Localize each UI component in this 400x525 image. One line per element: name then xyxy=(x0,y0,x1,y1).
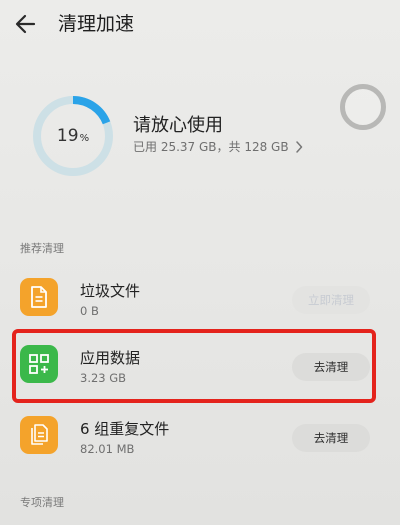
arrow-left-icon xyxy=(15,14,36,34)
percent-value: 19 xyxy=(56,126,79,146)
go-clean-button[interactable]: 去清理 xyxy=(292,424,370,452)
item-name: 垃圾文件 xyxy=(80,282,141,300)
chevron-right-icon xyxy=(295,140,302,153)
page-title: 清理加速 xyxy=(58,13,135,35)
item-size: 3.23 GB xyxy=(80,371,127,385)
item-name: 6 组重复文件 xyxy=(80,420,170,438)
duplicate-file-icon xyxy=(20,416,58,454)
app-grid-icon xyxy=(20,345,58,383)
section-title-special: 专项清理 xyxy=(20,496,64,509)
back-button[interactable] xyxy=(12,10,40,38)
storage-usage-text: 已用 25.37 GB，共 128 GB xyxy=(133,140,289,154)
storage-usage-link[interactable]: 已用 25.37 GB，共 128 GB xyxy=(133,138,303,155)
item-size: 82.01 MB xyxy=(80,442,135,456)
percent-unit: % xyxy=(79,132,90,144)
item-size: 0 B xyxy=(80,304,99,318)
clean-now-button[interactable]: 立即清理 xyxy=(292,286,370,314)
list-item-app-data[interactable]: 应用数据 3.23 GB 去清理 xyxy=(0,333,400,397)
section-title-recommended: 推荐清理 xyxy=(20,242,64,255)
storage-status: 请放心使用 xyxy=(133,115,223,136)
storage-ring: 19% xyxy=(30,93,116,179)
list-item-junk-files[interactable]: 垃圾文件 0 B 立即清理 xyxy=(0,266,400,330)
document-icon xyxy=(20,278,58,316)
item-name: 应用数据 xyxy=(80,349,141,367)
header-bar: 清理加速 xyxy=(0,0,400,52)
storage-percent: 19% xyxy=(30,93,116,179)
cleanup-screen: 清理加速 19% 请放心使用 已用 25.37 GB，共 128 GB 推荐清理 xyxy=(0,0,400,525)
go-clean-button[interactable]: 去清理 xyxy=(292,353,370,381)
list-item-duplicate-files[interactable]: 6 组重复文件 82.01 MB 去清理 xyxy=(0,404,400,468)
floating-assistive-button[interactable] xyxy=(340,84,386,130)
